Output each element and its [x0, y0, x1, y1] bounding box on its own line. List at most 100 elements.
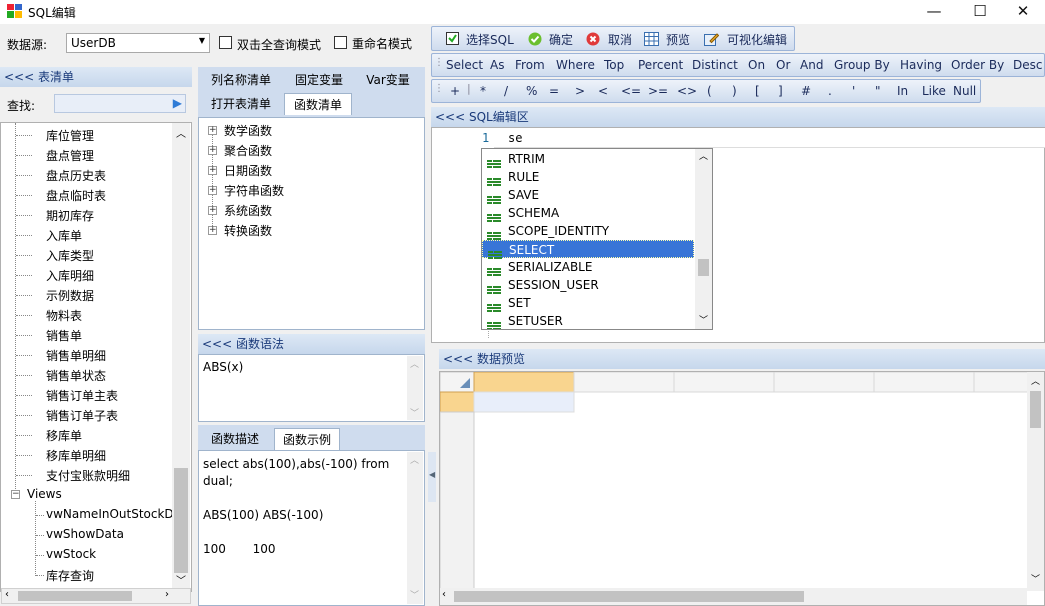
- datasource-select[interactable]: UserDB ▼: [66, 33, 210, 53]
- autocomplete-popup[interactable]: SETUSER SET SESSION_USER SERIALIZABLE SELECT…: [481, 148, 713, 330]
- preview-vscrollbar[interactable]: ︿ ﹀: [1027, 372, 1044, 591]
- operator-button[interactable]: <=: [621, 84, 641, 98]
- tab-var-vars[interactable]: Var变量: [358, 69, 418, 91]
- sql-text[interactable]: se: [508, 131, 522, 145]
- tree-node-table[interactable]: 盘点历史表: [46, 167, 106, 184]
- autocomplete-item[interactable]: SERIALIZABLE: [482, 258, 694, 276]
- operator-button[interactable]: .: [828, 84, 832, 98]
- func-syntax-box[interactable]: ABS(x) ︿ ﹀: [198, 354, 425, 422]
- operator-button[interactable]: <>: [677, 84, 697, 98]
- keyword-button[interactable]: Desc: [1013, 58, 1042, 72]
- visual-edit-button[interactable]: 可视化编辑: [727, 31, 787, 48]
- keyword-button[interactable]: And: [800, 58, 823, 72]
- autocomplete-item[interactable]: SETUSER: [482, 312, 694, 329]
- tree-node-view[interactable]: vwStock: [46, 547, 96, 561]
- operator-button[interactable]: ": [875, 84, 881, 98]
- operator-button[interactable]: +: [450, 84, 460, 98]
- autocomplete-item[interactable]: SCOPE_IDENTITY: [482, 222, 694, 240]
- operator-button[interactable]: /: [504, 84, 508, 98]
- keyword-button[interactable]: Order By: [951, 58, 1004, 72]
- keyword-button[interactable]: Top: [604, 58, 624, 72]
- function-tree[interactable]: + 数学函数 + 聚合函数 + 日期函数 + 字符串函数 + 系统函数 + 转换函数: [198, 117, 425, 330]
- operator-button[interactable]: >=: [648, 84, 668, 98]
- operator-button[interactable]: *: [480, 84, 486, 98]
- splitter-handle[interactable]: ◀: [428, 452, 436, 502]
- autocomplete-item[interactable]: SELECT: [482, 240, 694, 259]
- search-go-icon[interactable]: ▶: [173, 96, 182, 110]
- tab-column-list[interactable]: 列名称清单: [203, 69, 279, 91]
- sql-editor-header[interactable]: <<< SQL编辑区: [431, 107, 1045, 127]
- func-category[interactable]: 聚合函数: [224, 142, 272, 159]
- preview-grid[interactable]: ︿ ﹀ ‹: [439, 371, 1045, 606]
- operator-button[interactable]: <: [598, 84, 608, 98]
- autocomplete-item[interactable]: SAVE: [482, 186, 694, 204]
- tree-node-table[interactable]: 盘点管理: [46, 147, 94, 164]
- tab-fixed-vars[interactable]: 固定变量: [287, 69, 351, 91]
- maximize-button[interactable]: ☐: [957, 0, 1003, 24]
- keyword-button[interactable]: On: [748, 58, 765, 72]
- func-category[interactable]: 数学函数: [224, 122, 272, 139]
- tree-node-table[interactable]: 入库类型: [46, 247, 94, 264]
- func-example-box[interactable]: select abs(100),abs(-100) from dual; ABS…: [198, 450, 425, 606]
- operator-button[interactable]: Null: [953, 84, 976, 98]
- tree-node-table[interactable]: 库位管理: [46, 127, 94, 144]
- autocomplete-item[interactable]: SCHEMA: [482, 204, 694, 222]
- preview-hscrollbar[interactable]: ‹: [440, 588, 1027, 605]
- expand-icon[interactable]: +: [208, 146, 217, 155]
- expand-icon[interactable]: +: [208, 126, 217, 135]
- tree-node-table[interactable]: 期初库存: [46, 207, 94, 224]
- keyword-button[interactable]: From: [515, 58, 545, 72]
- operator-button[interactable]: ): [732, 84, 737, 98]
- tree-node-views[interactable]: Views: [27, 487, 62, 501]
- tree-node-table[interactable]: 入库明细: [46, 267, 94, 284]
- preview-header[interactable]: <<< 数据预览: [439, 349, 1045, 369]
- autocomplete-item[interactable]: RTRIM: [482, 150, 694, 168]
- expand-icon[interactable]: +: [208, 166, 217, 175]
- operator-button[interactable]: =: [549, 84, 559, 98]
- operator-button[interactable]: [: [755, 84, 760, 98]
- rename-mode-checkbox[interactable]: [334, 36, 347, 49]
- tree-node-table[interactable]: 销售单状态: [46, 367, 106, 384]
- cancel-button[interactable]: 取消: [608, 31, 632, 48]
- expand-icon[interactable]: +: [208, 206, 217, 215]
- minimize-button[interactable]: —: [911, 0, 957, 24]
- close-button[interactable]: ✕: [1000, 0, 1045, 24]
- tree-node-table[interactable]: 移库单: [46, 427, 82, 444]
- tab-func-desc[interactable]: 函数描述: [203, 428, 267, 450]
- dblclick-query-checkbox[interactable]: [219, 36, 232, 49]
- tree-node-table[interactable]: 销售单明细: [46, 347, 106, 364]
- keyword-button[interactable]: Percent: [638, 58, 683, 72]
- keyword-button[interactable]: Where: [556, 58, 595, 72]
- func-category[interactable]: 系统函数: [224, 202, 272, 219]
- expand-icon[interactable]: +: [208, 226, 217, 235]
- tab-function-list[interactable]: 函数清单: [284, 93, 352, 115]
- preview-button[interactable]: 预览: [666, 31, 690, 48]
- autocomplete-scrollbar[interactable]: ︿ ﹀: [695, 149, 712, 329]
- tree-node-view[interactable]: 库存查询: [46, 567, 94, 584]
- tree-node-table[interactable]: 移库单明细: [46, 447, 106, 464]
- tab-func-example[interactable]: 函数示例: [274, 428, 340, 450]
- operator-button[interactable]: ]: [778, 84, 783, 98]
- confirm-button[interactable]: 确定: [549, 31, 573, 48]
- operator-button[interactable]: ': [852, 84, 855, 98]
- func-category[interactable]: 转换函数: [224, 222, 272, 239]
- operator-button[interactable]: >: [575, 84, 585, 98]
- expand-icon[interactable]: +: [208, 186, 217, 195]
- func-category[interactable]: 字符串函数: [224, 182, 284, 199]
- table-tree-scrollbar[interactable]: ︿ ﹀: [172, 123, 190, 590]
- keyword-button[interactable]: As: [490, 58, 504, 72]
- operator-button[interactable]: (: [707, 84, 712, 98]
- tree-node-view[interactable]: vwShowData: [46, 527, 124, 541]
- tree-node-table[interactable]: 示例数据: [46, 287, 94, 304]
- tree-node-table[interactable]: 销售订单主表: [46, 387, 118, 404]
- tree-node-view[interactable]: vwNameInOutStockDt: [46, 507, 178, 521]
- tree-node-table[interactable]: 物料表: [46, 307, 82, 324]
- tree-node-table[interactable]: 盘点临时表: [46, 187, 106, 204]
- autocomplete-item[interactable]: RULE: [482, 168, 694, 186]
- operator-button[interactable]: In: [897, 84, 908, 98]
- tree-node-table[interactable]: 入库单: [46, 227, 82, 244]
- operator-button[interactable]: #: [801, 84, 811, 98]
- operator-button[interactable]: %: [526, 84, 537, 98]
- tree-node-table[interactable]: 销售订单子表: [46, 407, 118, 424]
- autocomplete-item[interactable]: SET: [482, 294, 694, 312]
